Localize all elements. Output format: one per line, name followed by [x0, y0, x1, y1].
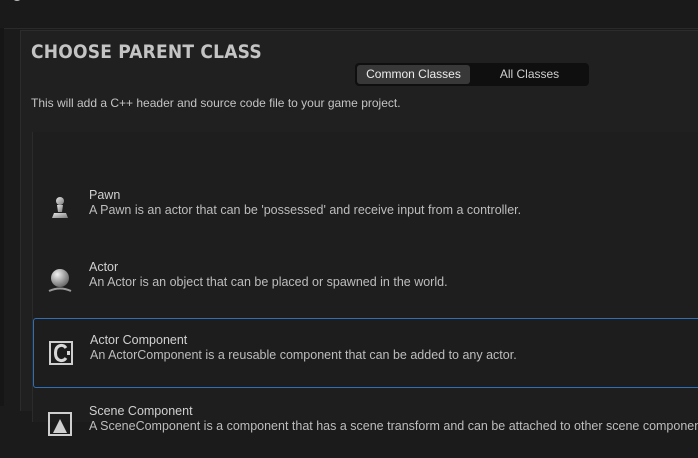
- class-description: An ActorComponent is a reusable componen…: [90, 348, 517, 362]
- class-item-pawn[interactable]: Pawn A Pawn is an actor that can be 'pos…: [33, 174, 698, 242]
- class-list: Pawn A Pawn is an actor that can be 'pos…: [32, 132, 698, 436]
- class-name: Scene Component: [89, 404, 193, 418]
- class-description: A SceneComponent is a component that has…: [89, 419, 698, 433]
- class-name: Actor: [89, 260, 119, 274]
- choose-parent-class-panel: CHOOSE PARENT CLASS Common Classes All C…: [20, 30, 698, 436]
- class-item-actor-component[interactable]: Actor Component An ActorComponent is a r…: [33, 318, 698, 388]
- outer-left-edge: [0, 28, 4, 406]
- dialog-description: This will add a C++ header and source co…: [31, 96, 401, 110]
- class-item-actor[interactable]: Actor An Actor is an object that can be …: [33, 246, 698, 314]
- class-filter-tabs: Common Classes All Classes: [355, 63, 589, 86]
- class-item-scene-component[interactable]: Scene Component A SceneComponent is a co…: [33, 390, 698, 458]
- class-description: A Pawn is an actor that can be 'possesse…: [89, 203, 522, 217]
- class-description: An Actor is an object that can be placed…: [89, 275, 448, 289]
- tab-common-classes[interactable]: Common Classes: [357, 65, 470, 84]
- app-logo-icon: [13, 0, 21, 1]
- scene-component-icon: [48, 412, 72, 436]
- actor-component-icon: [49, 341, 73, 365]
- class-name: Pawn: [89, 188, 121, 202]
- tab-all-classes[interactable]: All Classes: [472, 65, 587, 84]
- actor-sphere-icon: [48, 269, 72, 292]
- page-title: CHOOSE PARENT CLASS: [31, 41, 262, 63]
- pawn-icon: [52, 197, 68, 218]
- window-top-bar: [0, 0, 698, 29]
- class-name: Actor Component: [90, 333, 188, 347]
